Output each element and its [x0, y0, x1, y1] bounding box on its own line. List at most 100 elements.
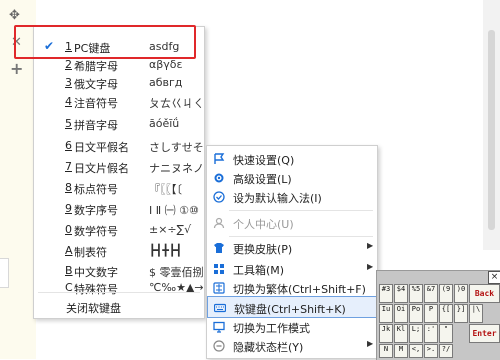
- item-number: 4: [65, 95, 72, 108]
- key[interactable]: }]: [454, 304, 468, 323]
- personal-center-item[interactable]: 个人中心(U): [207, 212, 377, 234]
- text-field[interactable]: [0, 258, 9, 288]
- item-label: 切换为繁体(Ctrl+Shift+F): [233, 283, 366, 296]
- key[interactable]: >.: [424, 344, 438, 358]
- key[interactable]: Kl: [394, 324, 408, 343]
- key[interactable]: M: [394, 344, 408, 358]
- key[interactable]: ?/: [439, 344, 453, 358]
- item-number: 8: [65, 181, 72, 194]
- key[interactable]: <,: [409, 344, 423, 358]
- key[interactable]: |\: [469, 304, 483, 323]
- key[interactable]: {[: [439, 304, 453, 323]
- item-sample: ┣┫╋┣┫: [149, 244, 183, 257]
- kbd-item-hiragana[interactable]: 6 日文平假名 さしすせそ: [34, 135, 204, 156]
- key[interactable]: %5: [409, 284, 423, 303]
- kbd-item-special[interactable]: C 特殊符号 ℃‰★▲→: [34, 277, 204, 298]
- kbd-item-tab-chars[interactable]: A 制表符 ┣┫╋┣┫: [34, 240, 204, 261]
- grid-icon: [214, 264, 224, 274]
- change-skin-item[interactable]: 更换皮肤(P) ▶: [207, 237, 377, 259]
- virtual-keyboard: × #3 $4 %5 &7 (9 )0 Back Iu Oi Po P {[ }…: [376, 270, 500, 360]
- keyboard-icon: [214, 303, 226, 313]
- ime-context-menu: 快速设置(Q) 高级设置(L) 设为默认输入法(I) 个人中心(U) 更换皮肤(…: [206, 145, 378, 359]
- kbd-item-zhuyin[interactable]: 4 注音符号 ㄆㄊ巜ㄐㄑ: [34, 91, 204, 112]
- key[interactable]: #3: [379, 284, 393, 303]
- item-number: A: [65, 244, 73, 257]
- item-label: 高级设置(L): [233, 173, 292, 186]
- key[interactable]: $4: [394, 284, 408, 303]
- key[interactable]: Iu: [379, 304, 393, 323]
- backspace-key[interactable]: Back: [469, 284, 500, 303]
- item-number: 2: [65, 58, 72, 71]
- kbd-item-punctuation[interactable]: 8 标点符号 『〖〖【〔: [34, 177, 204, 198]
- kbd-item-russian[interactable]: 3 俄文字母 абвгд: [34, 72, 204, 93]
- item-label: 日文平假名: [74, 141, 129, 154]
- soft-keyboard-item[interactable]: 软键盘(Ctrl+Shift+K): [207, 296, 377, 318]
- key[interactable]: (9: [439, 284, 453, 303]
- menu-divider: [38, 292, 200, 293]
- item-label: 特殊符号: [74, 283, 118, 296]
- item-label: 标点符号: [74, 183, 118, 196]
- kbd-item-math[interactable]: 0 数学符号 ±×÷∑√: [34, 219, 204, 240]
- item-number: 6: [65, 139, 72, 152]
- submenu-arrow-icon: ▶: [367, 339, 374, 348]
- set-default-ime-item[interactable]: 设为默认输入法(I): [207, 186, 377, 208]
- key[interactable]: N: [379, 344, 393, 358]
- check-circle-icon: [213, 191, 225, 203]
- move-handle-icon[interactable]: ✥: [9, 8, 20, 23]
- item-label: 日文片假名: [74, 162, 129, 175]
- keyboard-close-icon[interactable]: ×: [488, 271, 500, 284]
- submenu-arrow-icon: ▶: [367, 262, 374, 271]
- soft-keyboard-menu: ✔ 1 PC键盘 asdfg 2 希腊字母 αβγδε 3 俄文字母 абвгд…: [33, 26, 205, 319]
- user-icon: [213, 217, 225, 229]
- key[interactable]: Jk: [379, 324, 393, 343]
- minus-circle-icon: [213, 340, 225, 352]
- flag-icon: [214, 153, 225, 164]
- item-sample: ㄆㄊ巜ㄐㄑ: [149, 97, 204, 110]
- key[interactable]: :': [424, 324, 438, 343]
- item-sample: абвгд: [149, 76, 183, 89]
- item-number: 7: [65, 160, 72, 173]
- item-number: 9: [65, 202, 72, 215]
- item-sample: ±×÷∑√: [149, 223, 192, 236]
- kbd-item-katakana[interactable]: 7 日文片假名 ナニヌネノ: [34, 156, 204, 177]
- add-icon[interactable]: +: [10, 59, 23, 78]
- kbd-item-numbering[interactable]: 9 数字序号 Ⅰ Ⅱ ㈠ ①⑩: [34, 198, 204, 219]
- close-soft-keyboard-item[interactable]: 关闭软键盘: [66, 300, 121, 316]
- hide-status-bar-item[interactable]: 隐藏状态栏(Y) ▶: [207, 335, 377, 357]
- item-sample: さしすせそ: [149, 141, 204, 154]
- item-label: 快速设置(Q): [233, 154, 295, 167]
- item-sample: ナニヌネノ: [149, 162, 204, 175]
- key[interactable]: )0: [454, 284, 468, 303]
- item-label: 更换皮肤(P): [233, 243, 293, 256]
- scrollbar-thumb[interactable]: [488, 30, 495, 230]
- item-label: 个人中心(U): [233, 218, 294, 231]
- key[interactable]: &7: [424, 284, 438, 303]
- item-sample: αβγδε: [149, 58, 183, 71]
- gear-icon: [214, 173, 224, 183]
- item-label: 拼音字母: [74, 119, 118, 132]
- submenu-arrow-icon: ▶: [367, 241, 374, 250]
- key[interactable]: P: [424, 304, 438, 323]
- tshirt-icon: [214, 243, 224, 253]
- annotation-highlight: [14, 25, 196, 59]
- item-label: 俄文字母: [74, 78, 118, 91]
- menu-divider: [229, 210, 373, 211]
- item-number: 0: [65, 223, 72, 236]
- key[interactable]: L;: [409, 324, 423, 343]
- item-label: 软键盘(Ctrl+Shift+K): [234, 303, 346, 316]
- enter-key[interactable]: Enter: [469, 324, 500, 343]
- key[interactable]: Po: [409, 304, 423, 323]
- key[interactable]: Oi: [394, 304, 408, 323]
- monitor-icon: [213, 321, 225, 333]
- item-label: 注音符号: [74, 97, 118, 110]
- key[interactable]: ": [439, 324, 453, 343]
- kbd-item-pinyin[interactable]: 5 拼音字母 āóěīǘ: [34, 113, 204, 134]
- item-sample: Ⅰ Ⅱ ㈠ ①⑩: [149, 204, 199, 217]
- item-number: 5: [65, 117, 72, 130]
- item-number: B: [65, 264, 73, 277]
- item-label: 数字序号: [74, 204, 118, 217]
- item-label: 切换为工作模式: [233, 322, 310, 335]
- item-label: 工具箱(M): [233, 264, 285, 277]
- item-label: 设为默认输入法(I): [233, 192, 322, 205]
- scrollbar[interactable]: [483, 0, 500, 250]
